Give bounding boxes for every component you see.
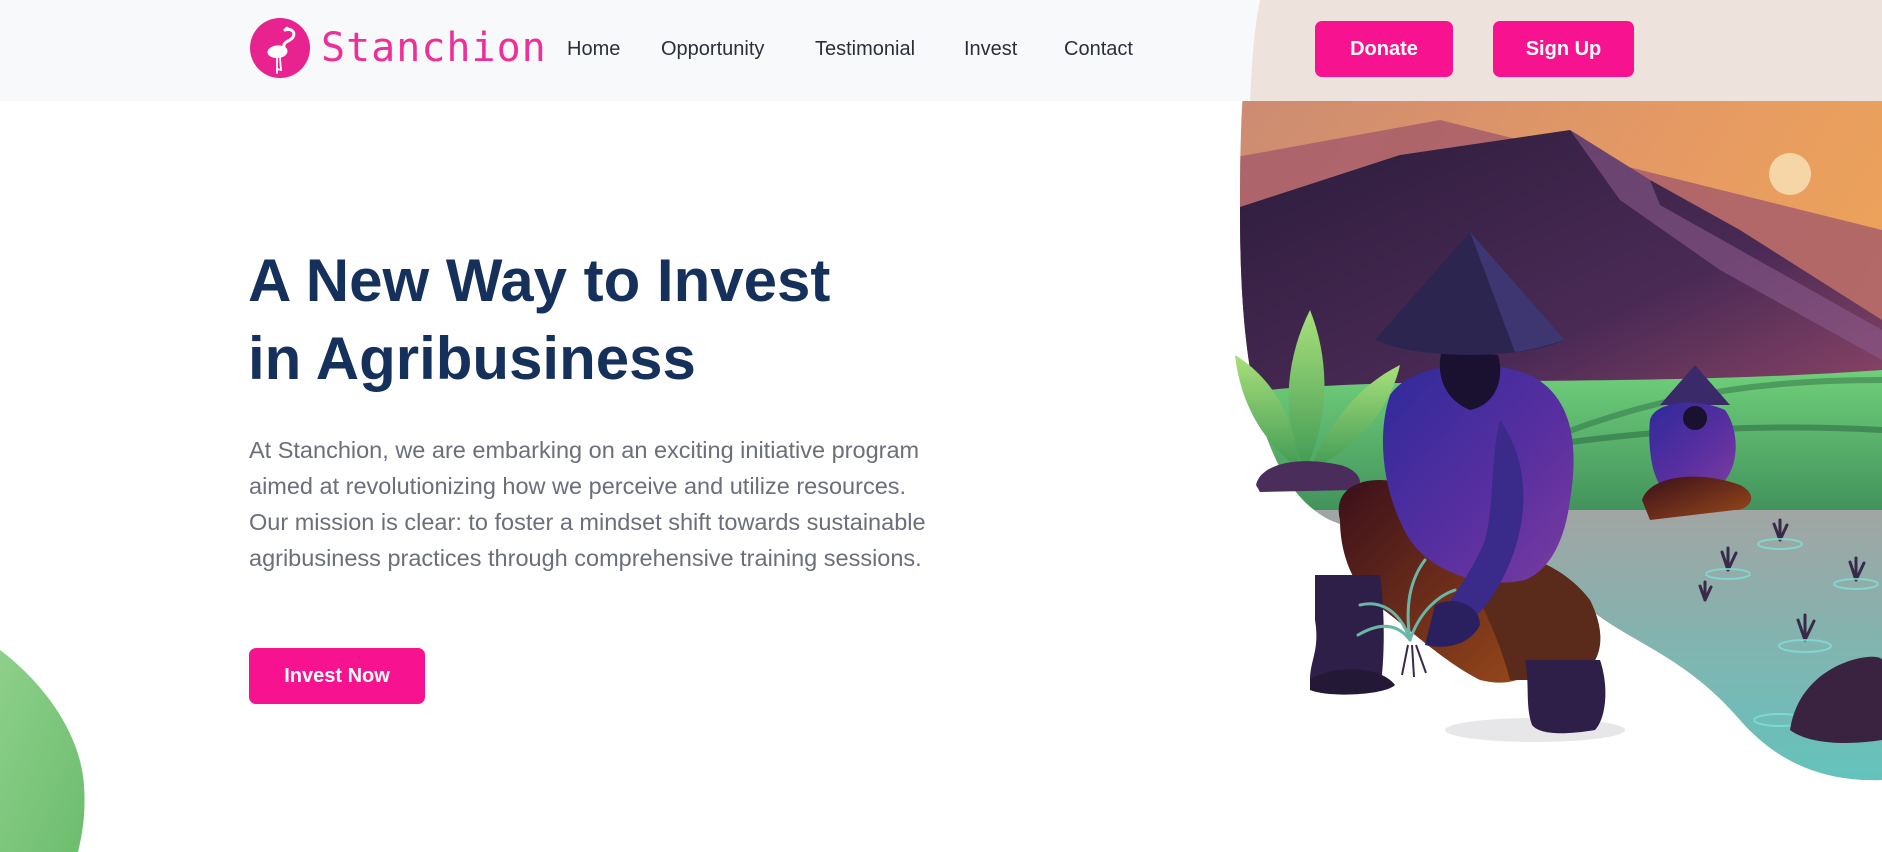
nav-testimonial[interactable]: Testimonial [815,36,915,62]
brand-name[interactable]: Stanchion [321,22,547,74]
nav-home[interactable]: Home [567,36,620,62]
nav-contact[interactable]: Contact [1064,36,1133,62]
flamingo-icon[interactable] [250,18,310,78]
invest-now-button[interactable]: Invest Now [249,648,425,704]
hero-title: A New Way to Invest in Agribusiness [248,242,830,398]
donate-button[interactable]: Donate [1315,21,1453,77]
nav-opportunity[interactable]: Opportunity [661,36,764,62]
hero-title-line-2: in Agribusiness [248,325,696,392]
nav-invest[interactable]: Invest [964,36,1017,62]
farmers-planting-rice-illustration [1235,0,1882,781]
hero-title-line-1: A New Way to Invest [248,247,831,314]
hero-description: At Stanchion, we are embarking on an exc… [249,437,926,571]
green-blob-decoration [0,650,85,852]
sign-up-button[interactable]: Sign Up [1493,21,1634,77]
